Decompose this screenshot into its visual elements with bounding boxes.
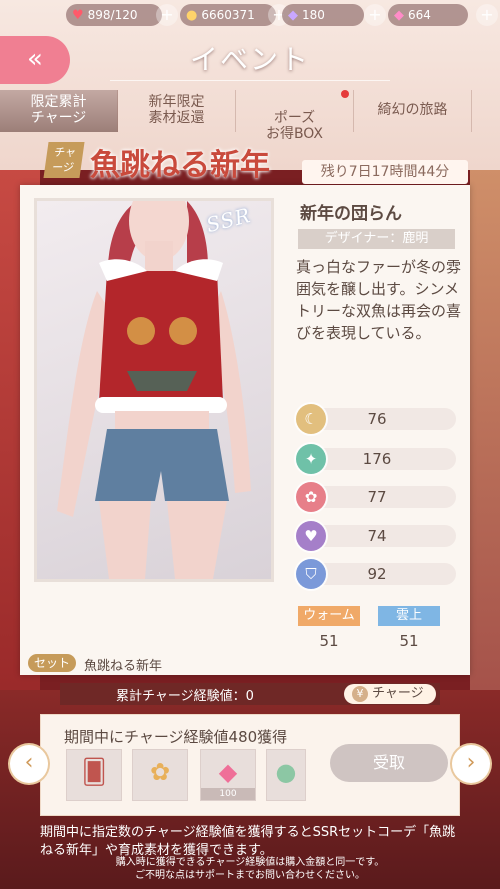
purple-diamond-counter: ◆ 180 bbox=[282, 4, 364, 26]
stat-value: 176 bbox=[362, 450, 392, 468]
next-arrow-button[interactable]: › bbox=[452, 745, 490, 783]
item-name: 新年の団らん bbox=[300, 204, 402, 224]
sparkle-icon: ✦ bbox=[296, 444, 326, 474]
footer-notes: 購入時に獲得できるチャージ経験値は購入金額と同一です。 ご不明な点はサポートまで… bbox=[0, 856, 500, 882]
tag-warm-value: 51 bbox=[319, 632, 339, 650]
stamina-counter: ♥ 898/120 bbox=[66, 4, 162, 26]
tab-pose-box[interactable]: ポーズ お得BOX bbox=[236, 90, 354, 142]
set-name: 魚跳ねる新年 bbox=[84, 659, 163, 674]
shield-icon: ⛉ bbox=[296, 559, 326, 589]
pink-diamond-counter: ◆ 664 bbox=[388, 4, 468, 26]
notification-badge bbox=[341, 90, 349, 98]
prev-arrow-button[interactable]: ‹ bbox=[10, 745, 48, 783]
reward-item[interactable]: ✿ bbox=[132, 749, 188, 801]
heart-icon: ♥ bbox=[72, 7, 84, 23]
designer-label: デザイナー：鹿明 bbox=[298, 229, 455, 249]
exp-label: 累計チャージ経験値：0 bbox=[116, 689, 254, 704]
moon-icon: ☾ bbox=[296, 404, 326, 434]
flower-icon: ✿ bbox=[296, 482, 326, 512]
yen-icon: ¥ bbox=[352, 686, 368, 702]
character-illustration bbox=[57, 201, 251, 579]
stat-value: 92 bbox=[367, 565, 387, 583]
title-divider bbox=[110, 80, 390, 81]
charge-button[interactable]: ¥ チャージ bbox=[344, 684, 436, 704]
right-decoration bbox=[470, 170, 500, 690]
tab-limited-charge[interactable]: 限定累計 チャージ bbox=[0, 90, 118, 132]
tab-bar: 限定累計 チャージ 新年限定 素材返還 ポーズ お得BOX 綺幻の旅路 bbox=[0, 90, 500, 142]
set-label: セット bbox=[28, 654, 76, 672]
coin-icon: ● bbox=[186, 7, 198, 23]
stat-value: 74 bbox=[367, 527, 387, 545]
item-description: 真っ白なファーが冬の雰囲気を醸し出す。シンメトリーな双魚は再会の喜びを表現してい… bbox=[296, 258, 462, 342]
tab-newyear-material[interactable]: 新年限定 素材返還 bbox=[118, 90, 236, 132]
diamond-icon: ◆ bbox=[218, 758, 238, 786]
reward-item[interactable]: ● bbox=[266, 749, 306, 801]
tab-more[interactable] bbox=[472, 90, 500, 132]
reward-item[interactable]: 🂠 bbox=[66, 749, 122, 801]
charge-tag: チャ ージ bbox=[43, 142, 85, 178]
page-title: イベント bbox=[189, 43, 310, 76]
coin-counter: ● 6660371 bbox=[180, 4, 276, 26]
heart-icon: ♥ bbox=[296, 521, 326, 551]
charge-button-label: チャージ bbox=[372, 686, 424, 701]
stat-value: 76 bbox=[367, 410, 387, 428]
footer-note-2: ご不明な点はサポートまでお問い合わせください。 bbox=[135, 870, 365, 881]
add-stamina-button[interactable]: + bbox=[156, 4, 178, 26]
tag-cloud-value: 51 bbox=[399, 632, 419, 650]
event-name: 魚跳ねる新年 bbox=[90, 148, 270, 183]
add-purple-diamond-button[interactable]: + bbox=[364, 4, 386, 26]
footer-note-1: 購入時に獲得できるチャージ経験値は購入金額と同一です。 bbox=[115, 857, 385, 868]
diamond-icon: ◆ bbox=[288, 7, 298, 23]
outfit-portrait bbox=[34, 198, 274, 582]
tag-warm: ウォーム bbox=[298, 606, 360, 626]
add-pink-diamond-button[interactable]: + bbox=[476, 4, 498, 26]
reward-count: 100 bbox=[201, 788, 255, 800]
mission-title: 期間中にチャージ経験値480獲得 bbox=[64, 728, 288, 746]
mission-description: 期間中に指定数のチャージ経験値を獲得するとSSRセットコーデ「魚跳ねる新年」や育… bbox=[40, 825, 456, 858]
tab-fantasy-journey[interactable]: 綺幻の旅路 bbox=[354, 90, 472, 132]
orb-icon: ● bbox=[275, 758, 297, 786]
reward-item[interactable]: ◆ 100 bbox=[200, 749, 256, 801]
tab-pose-box-label: ポーズ お得BOX bbox=[265, 110, 324, 142]
chevron-left-icon: ‹ bbox=[24, 750, 34, 775]
receive-button[interactable]: 受取 bbox=[330, 744, 448, 782]
pink-diamond-icon: ◆ bbox=[394, 7, 404, 23]
card-icon: 🂠 bbox=[81, 758, 107, 786]
chevron-right-icon: › bbox=[466, 750, 476, 775]
remaining-time: 残り7日17時間44分 bbox=[302, 160, 468, 184]
tag-cloud: 雲上 bbox=[378, 606, 440, 626]
stat-value: 77 bbox=[367, 488, 387, 506]
ornament-icon: ✿ bbox=[149, 758, 171, 786]
